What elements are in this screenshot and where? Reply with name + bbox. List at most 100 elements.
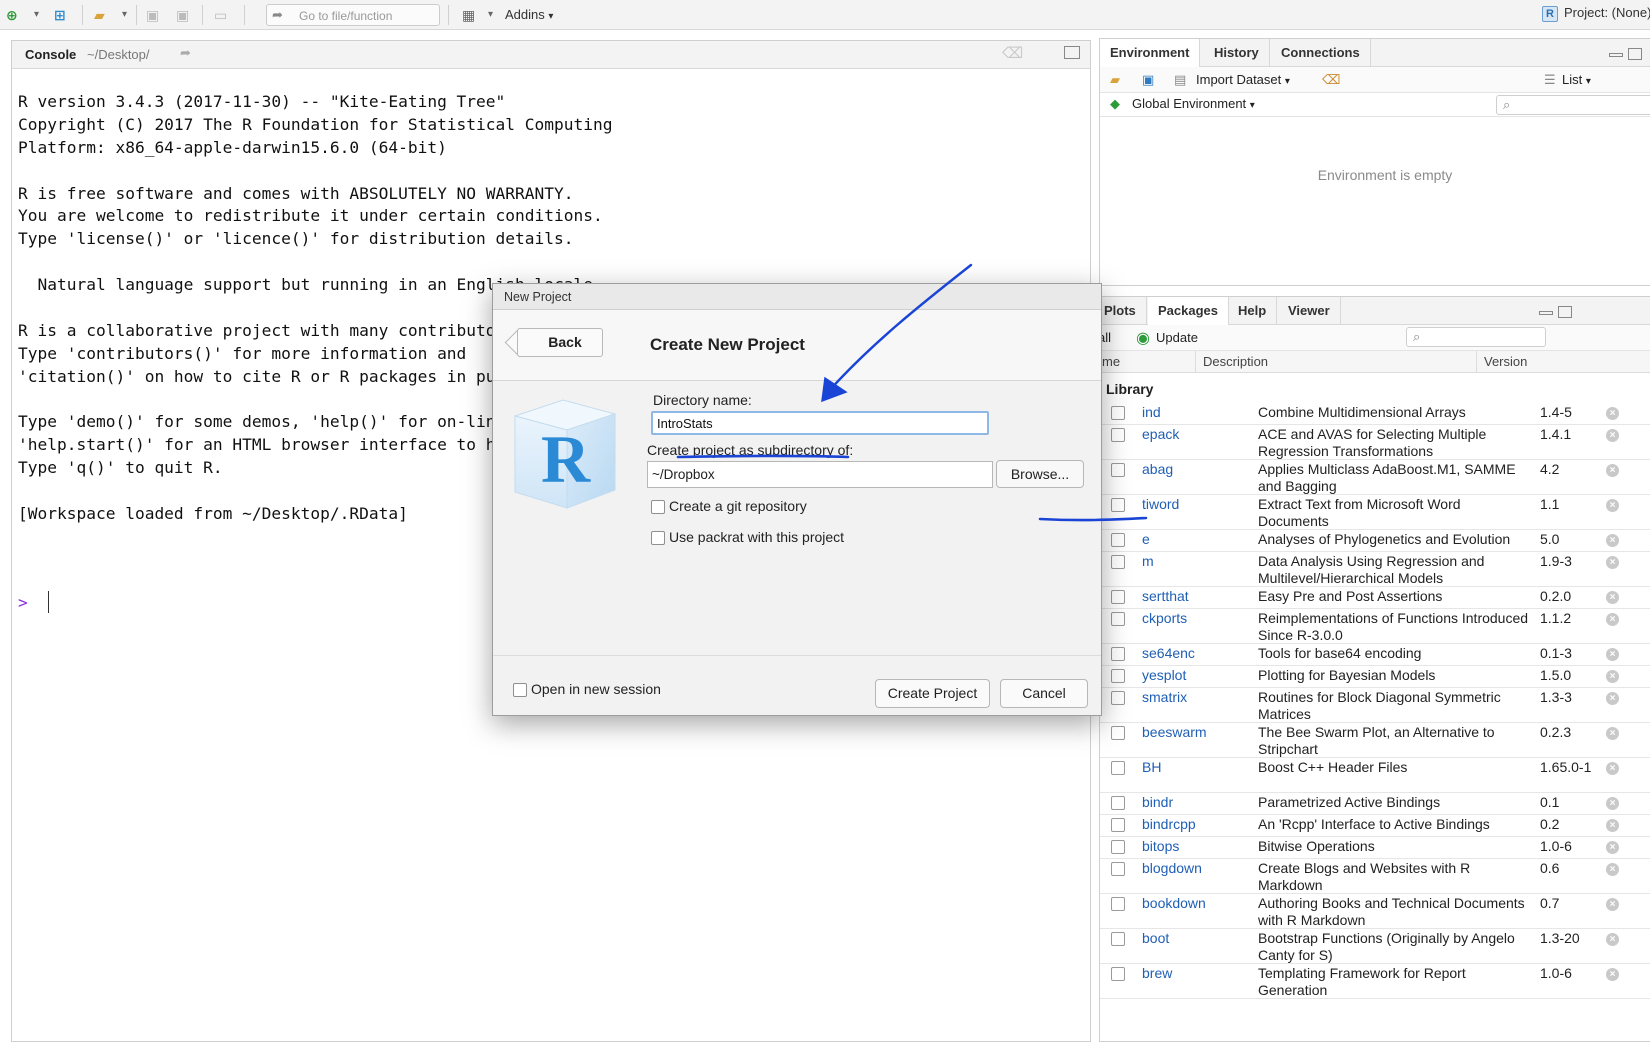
maximize-pane-icon[interactable] <box>1064 46 1080 59</box>
save-all-icon[interactable]: ▣ <box>176 6 189 24</box>
column-header-description[interactable]: Description <box>1203 354 1268 369</box>
tab-history[interactable]: History <box>1204 39 1270 67</box>
clear-console-icon[interactable]: ⌫ <box>1002 44 1023 62</box>
package-name-link[interactable]: blogdown <box>1142 860 1202 876</box>
remove-package-icon[interactable]: × <box>1606 727 1619 740</box>
package-name-link[interactable]: ckports <box>1142 610 1187 626</box>
git-repository-checkbox[interactable] <box>651 500 665 514</box>
clear-workspace-icon[interactable]: ⌫ <box>1322 72 1340 88</box>
cancel-button[interactable]: Cancel <box>1000 679 1088 708</box>
new-file-icon[interactable]: ⊕ <box>6 6 18 24</box>
project-menu[interactable]: Project: (None) <box>1564 5 1650 20</box>
update-packages-button[interactable]: Update <box>1156 330 1198 345</box>
remove-package-icon[interactable]: × <box>1606 591 1619 604</box>
package-name-link[interactable]: e <box>1142 531 1150 547</box>
environment-scope-menu[interactable]: Global Environment ▾ <box>1132 96 1255 111</box>
pane-layout-dropdown-icon[interactable]: ▾ <box>488 6 493 24</box>
remove-package-icon[interactable]: × <box>1606 762 1619 775</box>
package-load-checkbox[interactable] <box>1111 533 1125 547</box>
minimize-pane-icon[interactable] <box>1539 311 1553 315</box>
minimize-pane-icon[interactable] <box>1609 53 1623 57</box>
remove-package-icon[interactable]: × <box>1606 968 1619 981</box>
save-icon[interactable]: ▣ <box>146 6 159 24</box>
create-project-button[interactable]: Create Project <box>875 679 990 708</box>
package-name-link[interactable]: boot <box>1142 930 1169 946</box>
package-name-link[interactable]: bitops <box>1142 838 1179 854</box>
package-load-checkbox[interactable] <box>1111 691 1125 705</box>
remove-package-icon[interactable]: × <box>1606 898 1619 911</box>
package-load-checkbox[interactable] <box>1111 669 1125 683</box>
go-to-directory-icon[interactable]: ➦ <box>180 45 191 61</box>
tab-help[interactable]: Help <box>1228 297 1278 325</box>
package-name-link[interactable]: brew <box>1142 965 1172 981</box>
print-icon[interactable]: ▭ <box>214 6 227 24</box>
package-name-link[interactable]: epack <box>1142 426 1179 442</box>
import-dataset-menu[interactable]: Import Dataset ▾ <box>1196 72 1290 87</box>
package-name-link[interactable]: ind <box>1142 404 1161 420</box>
remove-package-icon[interactable]: × <box>1606 556 1619 569</box>
subdirectory-field[interactable] <box>647 461 993 488</box>
remove-package-icon[interactable]: × <box>1606 670 1619 683</box>
open-new-session-checkbox[interactable] <box>513 683 527 697</box>
console-title[interactable]: Console <box>25 47 76 62</box>
directory-name-field[interactable] <box>651 411 989 435</box>
addins-menu[interactable]: Addins ▾ <box>505 7 553 22</box>
package-load-checkbox[interactable] <box>1111 726 1125 740</box>
tab-connections[interactable]: Connections <box>1271 39 1371 67</box>
remove-package-icon[interactable]: × <box>1606 613 1619 626</box>
remove-package-icon[interactable]: × <box>1606 499 1619 512</box>
remove-package-icon[interactable]: × <box>1606 464 1619 477</box>
package-name-link[interactable]: se64enc <box>1142 645 1195 661</box>
package-load-checkbox[interactable] <box>1111 761 1125 775</box>
tab-viewer[interactable]: Viewer <box>1278 297 1341 325</box>
open-file-icon[interactable]: ▰ <box>94 6 105 24</box>
browse-button[interactable]: Browse... <box>996 460 1084 488</box>
package-name-link[interactable]: yesplot <box>1142 667 1186 683</box>
package-name-link[interactable]: bookdown <box>1142 895 1206 911</box>
package-name-link[interactable]: BH <box>1142 759 1161 775</box>
tab-plots[interactable]: Plots <box>1100 297 1147 325</box>
package-load-checkbox[interactable] <box>1111 647 1125 661</box>
package-name-link[interactable]: beeswarm <box>1142 724 1207 740</box>
package-load-checkbox[interactable] <box>1111 967 1125 981</box>
new-project-icon[interactable]: ⊞ <box>54 6 66 24</box>
package-load-checkbox[interactable] <box>1111 932 1125 946</box>
package-name-link[interactable]: smatrix <box>1142 689 1187 705</box>
package-name-link[interactable]: m <box>1142 553 1154 569</box>
package-load-checkbox[interactable] <box>1111 862 1125 876</box>
new-file-dropdown-icon[interactable]: ▾ <box>34 6 39 24</box>
package-name-link[interactable]: bindr <box>1142 794 1173 810</box>
package-load-checkbox[interactable] <box>1111 897 1125 911</box>
package-load-checkbox[interactable] <box>1111 590 1125 604</box>
pane-layout-icon[interactable]: ▦ <box>462 6 475 24</box>
back-button[interactable]: Back <box>517 328 603 357</box>
packages-search-input[interactable]: ⌕ <box>1406 327 1546 347</box>
package-load-checkbox[interactable] <box>1111 818 1125 832</box>
goto-file-function-input[interactable]: ➦ Go to file/function <box>266 4 440 26</box>
environment-search-input[interactable]: ⌕ <box>1496 95 1650 115</box>
view-mode-menu[interactable]: List ▾ <box>1562 72 1591 87</box>
console-input-cursor[interactable] <box>48 591 49 613</box>
package-load-checkbox[interactable] <box>1111 428 1125 442</box>
remove-package-icon[interactable]: × <box>1606 648 1619 661</box>
remove-package-icon[interactable]: × <box>1606 407 1619 420</box>
packrat-checkbox[interactable] <box>651 531 665 545</box>
maximize-pane-icon[interactable] <box>1628 48 1642 60</box>
package-name-link[interactable]: bindrcpp <box>1142 816 1196 832</box>
tab-packages[interactable]: Packages <box>1148 297 1229 326</box>
remove-package-icon[interactable]: × <box>1606 933 1619 946</box>
remove-package-icon[interactable]: × <box>1606 863 1619 876</box>
open-file-dropdown-icon[interactable]: ▾ <box>122 6 127 24</box>
column-header-version[interactable]: Version <box>1484 354 1527 369</box>
package-load-checkbox[interactable] <box>1111 498 1125 512</box>
maximize-pane-icon[interactable] <box>1558 306 1572 318</box>
package-name-link[interactable]: sertthat <box>1142 588 1189 604</box>
remove-package-icon[interactable]: × <box>1606 534 1619 547</box>
tab-environment[interactable]: Environment <box>1100 39 1201 68</box>
package-name-link[interactable]: tiword <box>1142 496 1179 512</box>
package-load-checkbox[interactable] <box>1111 796 1125 810</box>
package-load-checkbox[interactable] <box>1111 612 1125 626</box>
column-header-name[interactable]: me <box>1102 354 1120 369</box>
dialog-titlebar[interactable]: New Project <box>493 284 1101 310</box>
remove-package-icon[interactable]: × <box>1606 429 1619 442</box>
